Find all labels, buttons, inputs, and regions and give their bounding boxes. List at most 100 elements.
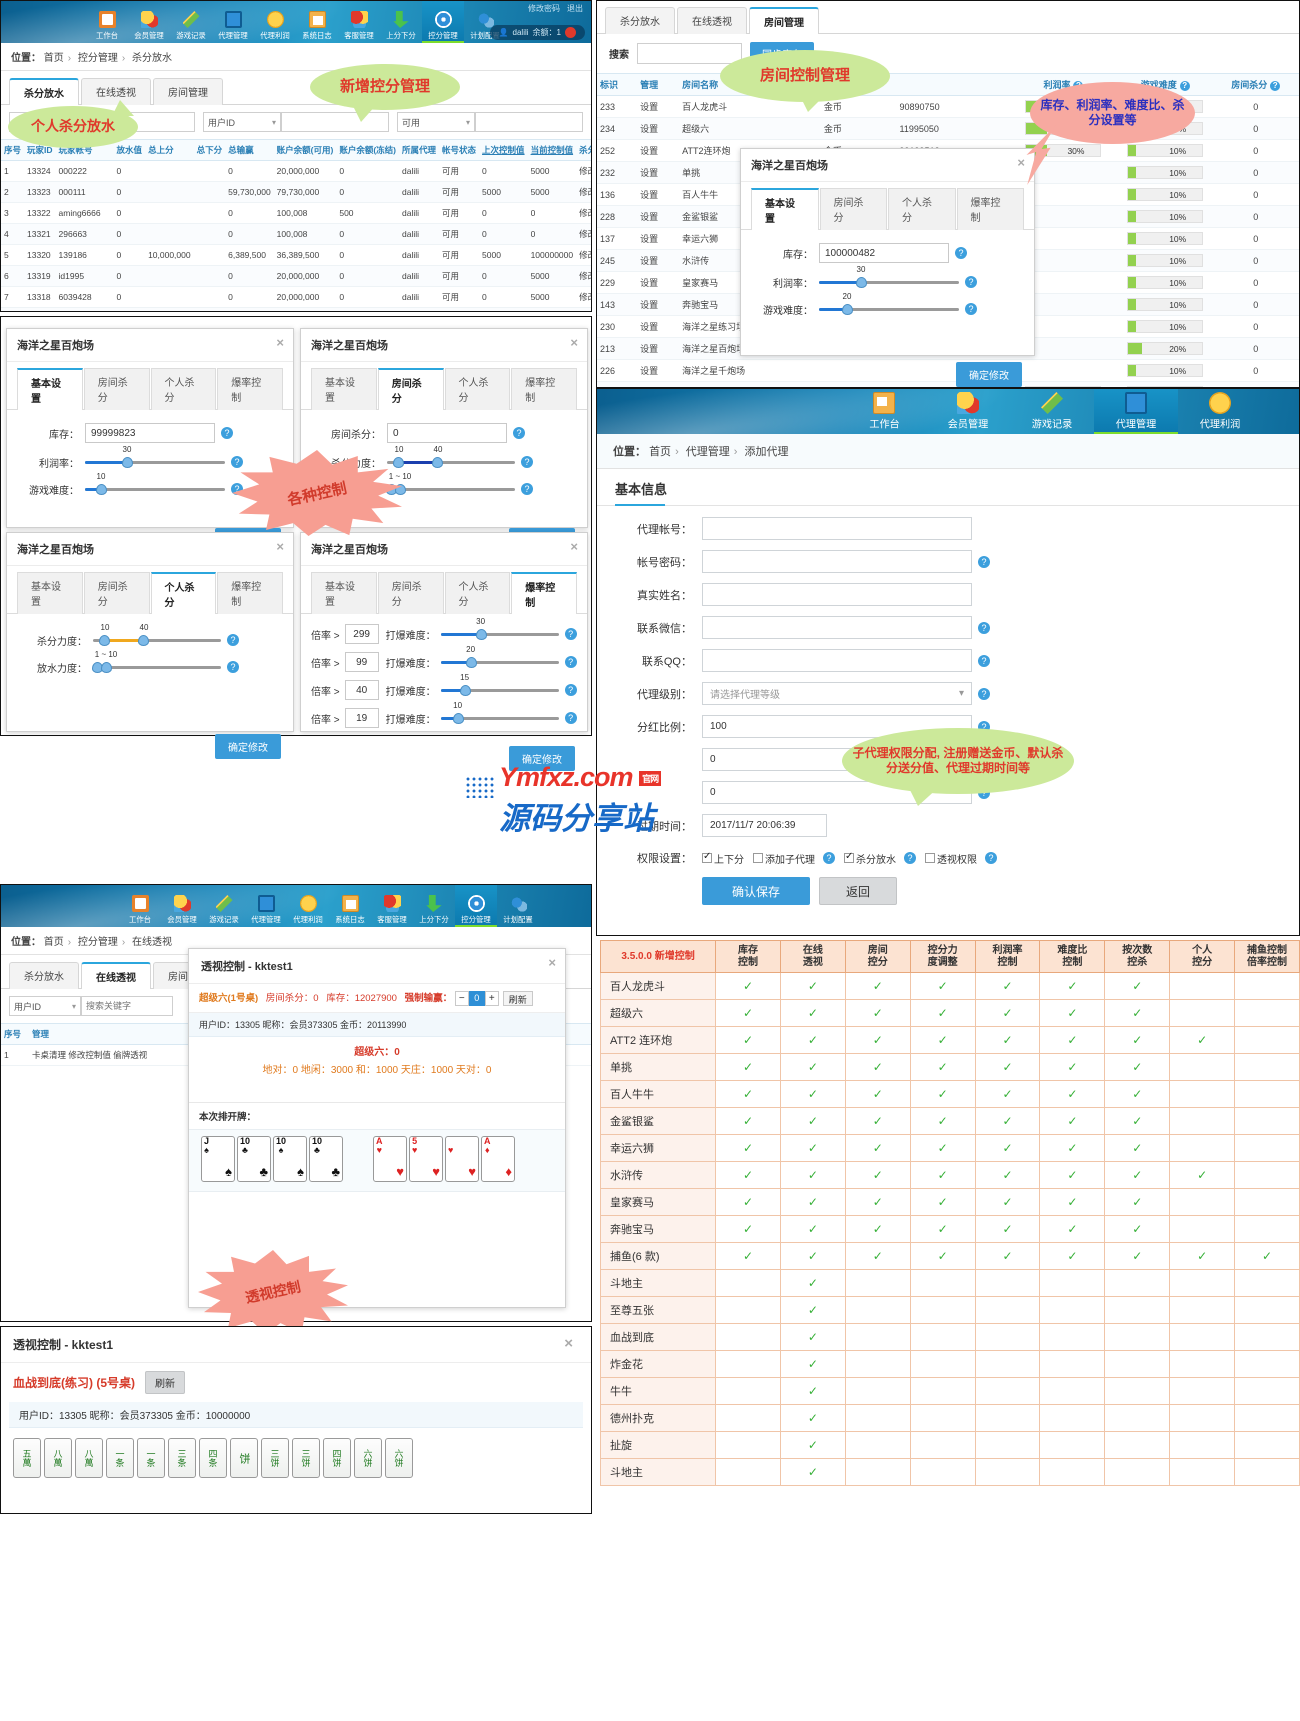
- nav-item-0[interactable]: 工作台: [86, 1, 128, 43]
- nav-item-1[interactable]: 会员管理: [128, 1, 170, 43]
- nav-item-0[interactable]: 工作台: [119, 885, 161, 927]
- slider-knob[interactable]: [122, 457, 133, 468]
- help-icon[interactable]: ?: [978, 688, 990, 700]
- close-icon[interactable]: ×: [548, 955, 556, 970]
- nav-item-9[interactable]: 计划配置: [497, 885, 539, 927]
- help-icon[interactable]: ?: [978, 655, 990, 667]
- nav-item-4[interactable]: 代理利润: [1178, 389, 1262, 434]
- help-icon[interactable]: ?: [1180, 81, 1190, 91]
- field-input-4[interactable]: [702, 649, 972, 672]
- cell-4[interactable]: [145, 308, 194, 313]
- field-input-9[interactable]: [702, 814, 827, 837]
- dialog-tab-room-kill[interactable]: 房间杀分: [84, 368, 150, 410]
- dialog-tab-basic[interactable]: 基本设置: [311, 572, 377, 614]
- dialog-tab-burst-rate[interactable]: 爆率控制: [511, 368, 577, 410]
- close-icon[interactable]: ×: [276, 539, 284, 554]
- help-icon[interactable]: ?: [978, 556, 990, 568]
- dialog-tab-personal-kill[interactable]: 个人杀分: [445, 572, 511, 614]
- minus-button[interactable]: −: [455, 991, 469, 1006]
- kill-strength-slider[interactable]: 10 40: [93, 632, 221, 648]
- nav-item-1[interactable]: 会员管理: [161, 885, 203, 927]
- cell-1[interactable]: 设置: [637, 162, 679, 184]
- dialog-tab-room-kill[interactable]: 房间杀分: [378, 572, 444, 614]
- cell-13[interactable]: 修改控制值: [576, 287, 592, 308]
- breadcrumb-item-module[interactable]: 控分管理: [78, 53, 118, 64]
- dialog-tab-burst-rate[interactable]: 爆率控制: [217, 368, 283, 410]
- water-strength-slider[interactable]: 1 ~ 10: [387, 481, 515, 497]
- stock-input[interactable]: [819, 243, 949, 263]
- slider-knob[interactable]: [842, 304, 853, 315]
- slider-knob-high[interactable]: [138, 635, 149, 646]
- save-button[interactable]: 确认保存: [702, 877, 810, 905]
- checkbox[interactable]: [702, 853, 712, 863]
- permission-3[interactable]: 透视权限?: [925, 851, 997, 866]
- refresh-button[interactable]: 刷新: [145, 1371, 185, 1394]
- cell-1[interactable]: 设置: [637, 294, 679, 316]
- logout-link[interactable]: 退出: [567, 3, 583, 14]
- cell-4[interactable]: [145, 161, 194, 182]
- nav-item-4[interactable]: 代理利润: [287, 885, 329, 927]
- tab-kill-score[interactable]: 杀分放水: [9, 962, 79, 989]
- cell-1[interactable]: 设置: [637, 272, 679, 294]
- help-icon[interactable]: ?: [965, 303, 977, 315]
- breadcrumb-item-home[interactable]: 首页: [44, 937, 64, 948]
- permission-1[interactable]: 添加子代理?: [753, 851, 835, 866]
- dialog-tab-room-kill[interactable]: 房间杀分: [820, 188, 888, 230]
- confirm-button[interactable]: 确定修改: [215, 734, 281, 759]
- cell-4[interactable]: [145, 203, 194, 224]
- cell-1[interactable]: 设置: [637, 228, 679, 250]
- breadcrumb-item-home[interactable]: 首页: [44, 53, 64, 64]
- cell-1[interactable]: 设置: [637, 140, 679, 162]
- cell-3[interactable]: 0: [114, 287, 146, 308]
- cell-1[interactable]: 设置: [637, 96, 679, 118]
- nav-item-5[interactable]: 系统日志: [329, 885, 371, 927]
- cell-3[interactable]: 0: [114, 203, 146, 224]
- force-result-stepper[interactable]: − 0 + 刷新: [455, 991, 533, 1006]
- cell-1[interactable]: 设置: [637, 360, 679, 382]
- kill-strength-slider[interactable]: 10 40: [387, 454, 515, 470]
- checkbox[interactable]: [844, 853, 854, 863]
- nav-item-3[interactable]: 代理管理: [245, 885, 287, 927]
- help-icon[interactable]: ?: [904, 852, 916, 864]
- difficulty-slider[interactable]: 10: [85, 481, 225, 497]
- difficulty-slider[interactable]: 15: [441, 682, 559, 698]
- help-icon[interactable]: ?: [227, 634, 239, 646]
- multiplier-input[interactable]: [345, 708, 379, 728]
- slider-knob[interactable]: [856, 277, 867, 288]
- room-kill-input[interactable]: [387, 423, 507, 443]
- dialog-tab-burst-rate[interactable]: 爆率控制: [511, 572, 577, 614]
- dialog-tab-burst-rate[interactable]: 爆率控制: [217, 572, 283, 614]
- cell-1[interactable]: 设置: [637, 206, 679, 228]
- cell-4[interactable]: 10,000,000: [145, 245, 194, 266]
- cell-1[interactable]: 设置: [637, 118, 679, 140]
- user-badge[interactable]: 👤 dalili 余额：1: [490, 25, 585, 40]
- cell-4[interactable]: [145, 224, 194, 245]
- cell-3[interactable]: 0: [114, 245, 146, 266]
- cell-13[interactable]: 修改控制值: [576, 182, 592, 203]
- help-icon[interactable]: ?: [565, 656, 577, 668]
- nav-item-8[interactable]: 控分管理: [422, 1, 464, 43]
- tab-online-view[interactable]: 在线透视: [81, 962, 151, 989]
- close-icon[interactable]: ×: [276, 335, 284, 350]
- breadcrumb-item-module[interactable]: 控分管理: [78, 937, 118, 948]
- slider-knob[interactable]: [453, 713, 464, 724]
- difficulty-slider[interactable]: 10: [441, 710, 559, 726]
- help-icon[interactable]: ?: [227, 661, 239, 673]
- filter-user-select[interactable]: 用户ID▾: [9, 996, 81, 1016]
- cell-3[interactable]: 0: [114, 266, 146, 287]
- nav-item-6[interactable]: 客服管理: [371, 885, 413, 927]
- nav-item-2[interactable]: 游戏记录: [1010, 389, 1094, 434]
- cell-13[interactable]: 修改控制值: [576, 203, 592, 224]
- cell-1[interactable]: 设置: [637, 250, 679, 272]
- nav-item-7[interactable]: 上分下分: [413, 885, 455, 927]
- nav-item-8[interactable]: 控分管理: [455, 885, 497, 927]
- help-icon[interactable]: ?: [823, 852, 835, 864]
- dialog-tab-personal-kill[interactable]: 个人杀分: [151, 572, 217, 614]
- profit-rate-slider[interactable]: 30: [819, 274, 959, 290]
- slider-knob-high[interactable]: [432, 457, 443, 468]
- close-icon[interactable]: ×: [570, 539, 578, 554]
- close-icon[interactable]: ×: [564, 1335, 573, 1352]
- breadcrumb-item-home[interactable]: 首页: [649, 446, 671, 458]
- help-icon[interactable]: ?: [985, 852, 997, 864]
- cell-4[interactable]: [145, 287, 194, 308]
